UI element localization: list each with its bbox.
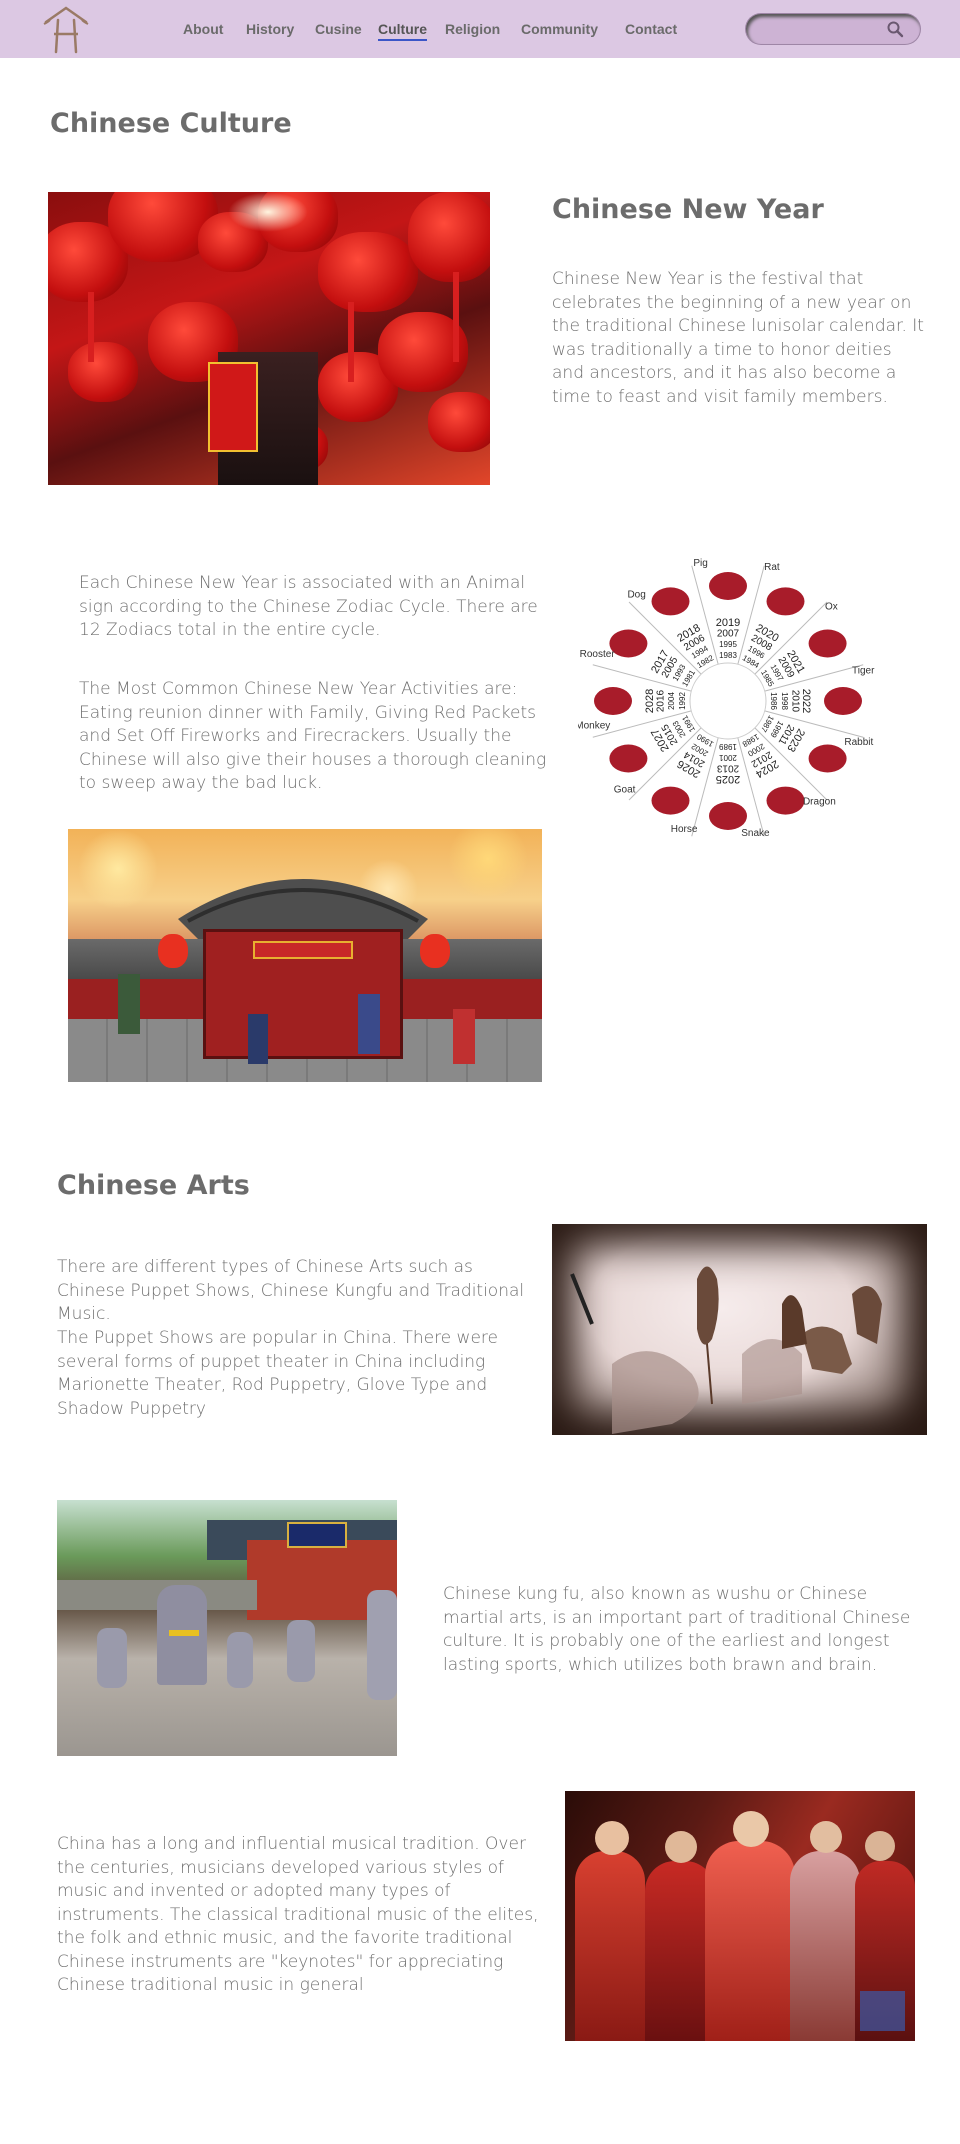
search-input[interactable]	[760, 19, 880, 39]
zodiac-animal-label: Pig	[693, 558, 707, 569]
new-year-intro: Chinese New Year is the festival that ce…	[552, 269, 924, 407]
page-title: Chinese Culture	[50, 108, 292, 139]
nav-religion[interactable]: Religion	[445, 21, 500, 37]
nav-cusine[interactable]: Cusine	[315, 21, 362, 37]
zodiac-animal-label: Goat	[614, 784, 636, 795]
zodiac-paragraph: Each Chinese New Year is associated with…	[79, 573, 538, 640]
zodiac-animal-rooster-icon	[609, 629, 648, 658]
puppet-paragraph: The Puppet Shows are popular in China. T…	[57, 1328, 498, 1419]
music-paragraph: China has a long and influential musical…	[57, 1834, 539, 1995]
zodiac-year-label: 2010	[789, 690, 800, 713]
zodiac-year-label: 2025	[716, 773, 740, 785]
zodiac-animal-ox-icon	[808, 629, 847, 658]
kungfu-paragraph: Chinese kung fu, also known as wushu or …	[443, 1584, 911, 1675]
activities-paragraph: The Most Common Chinese New Year Activit…	[79, 679, 547, 793]
nav-history[interactable]: History	[246, 21, 294, 37]
zodiac-year-label: 1989	[719, 742, 737, 751]
red-lanterns-photo	[48, 192, 490, 485]
zodiac-year-label: 1983	[719, 651, 737, 660]
zodiac-year-label: 2022	[800, 689, 812, 713]
zodiac-year-label: 2016	[656, 689, 667, 712]
zodiac-year-label: 2028	[644, 689, 656, 713]
zodiac-animal-label: Monkey	[578, 720, 610, 731]
zodiac-animal-label: Rat	[764, 562, 780, 573]
zodiac-animal-label: Rabbit	[844, 737, 873, 748]
zodiac-animal-dragon-icon	[766, 786, 805, 815]
zodiac-year-label: 2019	[716, 617, 740, 629]
zodiac-year-label: 1998	[780, 692, 789, 710]
nav-contact[interactable]: Contact	[625, 21, 677, 37]
zodiac-animal-label: Snake	[741, 828, 770, 839]
zodiac-animal-label: Rooster	[580, 649, 616, 660]
arts-intro: There are different types of Chinese Art…	[57, 1257, 525, 1324]
nav-community[interactable]: Community	[521, 21, 598, 37]
search-icon[interactable]	[886, 20, 904, 38]
zodiac-animal-label: Tiger	[852, 666, 875, 677]
kungfu-practice-photo	[57, 1500, 397, 1756]
zodiac-animal-label: Ox	[825, 602, 838, 613]
zodiac-year-label: 1992	[678, 692, 687, 710]
zodiac-year-label: 1995	[719, 640, 737, 649]
zodiac-animal-snake-icon	[709, 802, 747, 830]
new-year-heading: Chinese New Year	[552, 194, 824, 225]
zodiac-animal-dog-icon	[651, 587, 690, 616]
zodiac-year-label: 2004	[667, 692, 676, 710]
zodiac-animal-rat-icon	[766, 587, 805, 616]
nav-about[interactable]: About	[183, 21, 223, 37]
new-year-festival-illustration	[68, 829, 542, 1082]
zodiac-animal-goat-icon	[609, 744, 648, 773]
zodiac-animal-monkey-icon	[594, 687, 632, 715]
zodiac-animal-rabbit-icon	[808, 744, 847, 773]
zodiac-center-circle	[689, 662, 767, 740]
traditional-music-photo	[565, 1791, 915, 2041]
zodiac-year-label: 2001	[719, 753, 737, 762]
zodiac-year-label: 1986	[769, 692, 778, 710]
zodiac-animal-tiger-icon	[824, 687, 862, 715]
zodiac-wheel-image: Pig 2019 2007 1995 1983 Rat 2020 2008 1996 1984 Ox…	[578, 556, 878, 846]
arts-heading: Chinese Arts	[57, 1170, 250, 1201]
zodiac-year-label: 2007	[717, 629, 740, 640]
zodiac-animal-label: Horse	[671, 824, 698, 835]
shadow-puppet-photo	[552, 1224, 927, 1435]
nav-culture[interactable]: Culture	[378, 21, 427, 41]
zodiac-animal-pig-icon	[709, 572, 747, 600]
zodiac-animal-label: Dragon	[803, 796, 836, 807]
search-box[interactable]	[746, 14, 920, 44]
zodiac-animal-label: Dog	[627, 590, 645, 601]
zodiac-year-label: 2013	[716, 762, 739, 773]
pagoda-logo-icon[interactable]	[42, 4, 90, 54]
header-bar: About History Cusine Culture Religion Co…	[0, 0, 960, 58]
zodiac-animal-horse-icon	[651, 786, 690, 815]
